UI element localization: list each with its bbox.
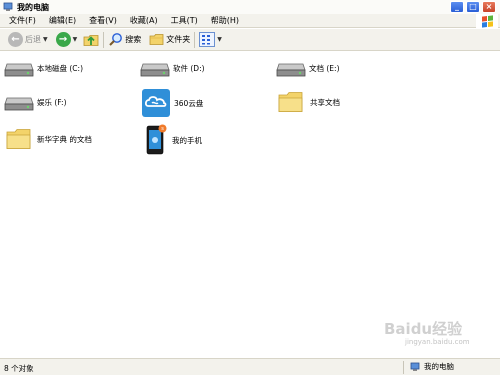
status-location: 我的电脑 (410, 361, 454, 372)
drive-label: 文档 (E:) (309, 63, 340, 73)
cloud-disk-label: 360云盘 (174, 98, 204, 108)
close-button[interactable]: × (482, 1, 496, 13)
search-label: 搜索 (125, 35, 142, 44)
my-computer-icon (3, 2, 13, 11)
search-button[interactable]: 搜索 (108, 31, 141, 49)
menu-file[interactable]: 文件(F) (9, 15, 36, 26)
shared-documents[interactable]: 共享文档 (278, 90, 340, 114)
minimize-button[interactable]: _ (450, 1, 464, 13)
folders-icon (149, 33, 164, 45)
my-computer-icon (410, 362, 420, 371)
drive-label: 软件 (D:) (173, 63, 205, 73)
folder-icon (278, 92, 303, 112)
baidu-watermark-url: jingyan.baidu.com (405, 338, 470, 346)
cloud-disk-icon (142, 89, 170, 117)
baidu-watermark: Baidu经验 (384, 320, 463, 338)
window-title: 我的电脑 (17, 2, 49, 12)
cloud-disk-360[interactable]: 360云盘 (141, 88, 203, 118)
title-bar: 我的电脑 _ □ × (0, 0, 500, 14)
drive-label: 娱乐 (F:) (37, 97, 67, 107)
maximize-button[interactable]: □ (466, 1, 480, 13)
chevron-down-icon: ▼ (72, 36, 78, 43)
drive-f[interactable]: 娱乐 (F:) (4, 92, 67, 112)
view-grid-icon (199, 32, 216, 47)
drive-d[interactable]: 软件 (D:) (140, 58, 205, 78)
drive-c[interactable]: 本地磁盘 (C:) (4, 58, 83, 78)
menu-edit[interactable]: 编辑(E) (49, 15, 76, 26)
toolbar: ← 后退 ▼ → ▼ 搜索 文件夹 ▼ (0, 29, 500, 51)
toolbar-divider (103, 31, 105, 48)
menu-view[interactable]: 查看(V) (89, 15, 117, 26)
folders-label: 文件夹 (166, 35, 191, 44)
forward-button[interactable]: → ▼ (55, 31, 78, 49)
folder-icon (6, 129, 31, 149)
menu-tools[interactable]: 工具(T) (171, 15, 198, 26)
back-button[interactable]: ← 后退 ▼ (8, 31, 48, 49)
search-icon (109, 33, 123, 46)
folder-label: 共享文档 (310, 97, 340, 107)
drive-label: 本地磁盘 (C:) (37, 63, 83, 73)
hard-drive-icon (4, 63, 34, 77)
up-folder-button[interactable] (83, 31, 99, 49)
back-arrow-icon: ← (8, 32, 23, 47)
menu-favorites[interactable]: 收藏(A) (130, 15, 158, 26)
folders-button[interactable]: 文件夹 (149, 31, 190, 49)
toolbar-divider (194, 31, 196, 48)
status-bar: 8 个对象 我的电脑 (0, 358, 500, 375)
hard-drive-icon (4, 97, 34, 111)
hard-drive-icon (276, 63, 306, 77)
views-button[interactable]: ▼ (199, 31, 222, 49)
up-folder-icon (83, 34, 99, 46)
phone-label: 我的手机 (172, 135, 202, 145)
chevron-down-icon: ▼ (43, 36, 48, 43)
menu-bar: 文件(F) 编辑(E) 查看(V) 收藏(A) 工具(T) 帮助(H) (0, 14, 500, 28)
location-label: 我的电脑 (424, 362, 454, 371)
my-phone[interactable]: s 我的手机 (144, 124, 202, 156)
svg-text:s: s (161, 126, 164, 132)
object-count: 8 个对象 (4, 364, 34, 373)
menu-help[interactable]: 帮助(H) (211, 15, 239, 26)
phone-icon: s (146, 124, 167, 155)
xinhua-dictionary-documents[interactable]: 新华字典 的文档 (6, 127, 92, 151)
windows-logo-icon (476, 14, 498, 28)
hard-drive-icon (140, 63, 170, 77)
forward-arrow-icon: → (55, 32, 71, 47)
status-divider (403, 361, 404, 374)
drive-e[interactable]: 文档 (E:) (276, 58, 340, 78)
folder-label: 新华字典 的文档 (37, 134, 92, 144)
chevron-down-icon: ▼ (217, 36, 222, 43)
back-label: 后退 (25, 35, 41, 44)
file-view: 本地磁盘 (C:) 软件 (D:) 文档 (E:) 娱乐 (F:) 360云盘 … (0, 52, 500, 357)
